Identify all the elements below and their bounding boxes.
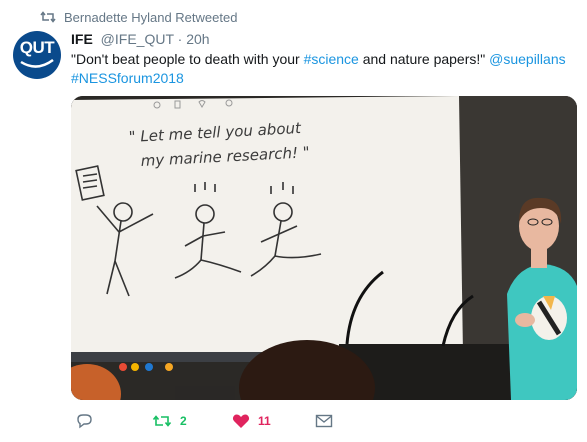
retweet-button[interactable]: 2 [152, 410, 187, 432]
reply-button[interactable] [75, 410, 93, 432]
photo-illustration: " Let me tell you about my marine resear… [71, 96, 577, 400]
retweet-banner-text[interactable]: Bernadette Hyland Retweeted [64, 10, 237, 25]
avatar[interactable]: QUT [13, 31, 61, 79]
retweet-icon [152, 413, 172, 429]
retweet-count: 2 [180, 414, 187, 428]
tweet-actions: 2 11 [71, 410, 571, 432]
tweet-timestamp[interactable]: 20h [186, 31, 209, 47]
hashtag-link[interactable]: #NESSforum2018 [71, 70, 184, 86]
heart-icon [232, 413, 250, 429]
tweet-card[interactable]: Bernadette Hyland Retweeted QUT IFE @IFE… [0, 0, 587, 442]
envelope-icon [315, 414, 333, 428]
like-count: 11 [258, 414, 271, 428]
time-separator: · [177, 31, 183, 47]
like-button[interactable]: 11 [232, 410, 271, 432]
hashtag-link[interactable]: #science [304, 51, 359, 67]
tweet-text: "Don't beat people to death with your #s… [71, 50, 576, 88]
tweet-header: IFE @IFE_QUT · 20h [71, 30, 210, 48]
mention-link[interactable]: @suepillans [489, 51, 565, 67]
author-handle[interactable]: @IFE_QUT [101, 31, 174, 47]
retweet-banner: Bernadette Hyland Retweeted [40, 8, 237, 26]
reply-icon [75, 413, 93, 429]
tweet-media-photo[interactable]: " Let me tell you about my marine resear… [71, 96, 577, 400]
retweet-icon [40, 10, 56, 24]
avatar-logo-text: QUT [19, 38, 55, 57]
direct-message-button[interactable] [315, 410, 333, 432]
tweet-text-part: "Don't beat people to death with your [71, 51, 304, 67]
author-name[interactable]: IFE [71, 31, 93, 47]
tweet-text-part: and nature papers!" [358, 51, 490, 67]
avatar-swoosh-graphic [20, 58, 54, 68]
